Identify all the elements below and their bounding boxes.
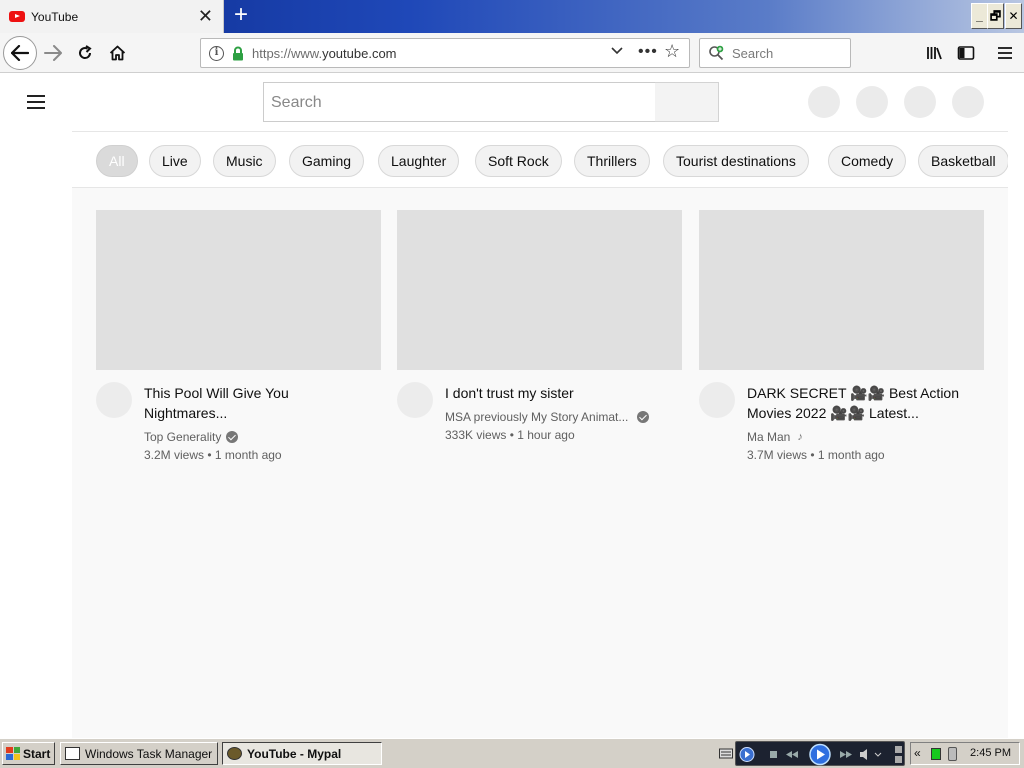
chip-comedy[interactable]: Comedy [828,145,907,177]
channel-name-text: Top Generality [144,430,222,444]
youtube-favicon-icon [9,11,25,22]
browser-search-placeholder: Search [732,46,774,61]
tab-title: YouTube [31,9,79,24]
video-card[interactable]: DARK SECRET 🎥🎥 Best Action Movies 2022 🎥… [699,210,984,462]
chip-basketball[interactable]: Basketball [918,145,1008,177]
reload-icon [79,45,92,59]
video-thumbnail[interactable] [96,210,381,370]
search-engine-icon [709,45,724,61]
windows-logo-icon [6,747,20,760]
verified-badge-icon [226,431,239,443]
browser-search-bar[interactable]: Search [699,38,851,68]
task-label: YouTube - Mypal [247,746,342,761]
video-thumbnail[interactable] [699,210,984,370]
sidebar-toggle-button[interactable] [954,41,978,65]
channel-name[interactable]: Top Generality [144,430,239,444]
youtube-search-placeholder: Search [271,94,322,111]
task-youtube-mypal[interactable]: YouTube - Mypal [222,742,382,765]
minimize-button[interactable]: _ [971,3,988,29]
forward-button[interactable] [38,38,68,68]
video-title[interactable]: DARK SECRET 🎥🎥 Best Action Movies 2022 🎥… [747,383,972,423]
lock-icon[interactable] [232,46,244,61]
channel-avatar[interactable] [699,382,735,418]
channel-avatar[interactable] [397,382,433,418]
chip-gaming[interactable]: Gaming [289,145,365,177]
browser-menu-button[interactable] [993,41,1017,65]
clock[interactable]: 2:45 PM [970,747,1011,759]
new-tab-button[interactable]: + [229,3,253,28]
video-card[interactable]: This Pool Will Give You Nightmares... To… [96,210,381,462]
back-button[interactable] [3,36,37,70]
video-thumbnail[interactable] [397,210,682,370]
video-title[interactable]: This Pool Will Give You Nightmares... [144,383,369,423]
video-meta: 3.2M views • 1 month ago [144,448,282,462]
url-text[interactable]: https://www.youtube.com [252,46,397,61]
youtube-page: Search All Live Music Gaming Laughter So… [0,74,1024,738]
restore-button[interactable]: 🗗 [987,3,1004,29]
header-placeholder-icon[interactable] [856,86,888,118]
channel-name[interactable]: Ma Man ♪ [747,430,803,444]
chip-tourist-destinations[interactable]: Tourist destinations [663,145,809,177]
forward-arrow-icon [44,45,62,61]
library-button[interactable] [923,41,947,65]
channel-name-text: MSA previously My Story Animat... [445,410,629,424]
channel-avatar[interactable] [96,382,132,418]
site-info-icon[interactable]: i [209,46,224,61]
start-button[interactable]: Start [2,742,55,765]
task-manager-icon [65,747,80,760]
video-title[interactable]: I don't trust my sister [445,383,670,403]
channel-name-text: Ma Man [747,430,791,444]
close-window-button[interactable]: ✕ [1005,3,1022,29]
video-feed: This Pool Will Give You Nightmares... To… [72,188,1008,738]
header-placeholder-icon[interactable] [904,86,936,118]
header-placeholder-icon[interactable] [808,86,840,118]
category-chip-bar: All Live Music Gaming Laughter Soft Rock… [72,131,1008,188]
home-button[interactable] [102,38,132,68]
media-player-mini[interactable] [735,741,905,766]
video-card[interactable]: I don't trust my sister MSA previously M… [397,210,682,442]
bookmark-star-icon[interactable]: ☆ [664,41,680,62]
youtube-search-button[interactable] [655,82,719,122]
reload-button[interactable] [70,38,100,68]
mypal-icon [227,747,242,760]
system-tray: « 2:45 PM [910,742,1020,765]
channel-name[interactable]: MSA previously My Story Animat... [445,410,650,424]
chip-soft-rock[interactable]: Soft Rock [475,145,562,177]
url-bar[interactable]: i https://www.youtube.com ••• ☆ [200,38,690,68]
menu-icon [998,47,1012,59]
home-icon [109,45,125,61]
header-placeholder-icon[interactable] [952,86,984,118]
tab-youtube[interactable]: YouTube ✕ [0,0,224,33]
chip-music[interactable]: Music [213,145,276,177]
browser-tab-strip: YouTube ✕ + _ 🗗 ✕ [0,0,1024,33]
chip-all[interactable]: All [96,145,138,177]
battery-icon[interactable] [948,747,957,761]
video-meta: 3.7M views • 1 month ago [747,448,885,462]
chip-live[interactable]: Live [149,145,201,177]
url-dropdown-icon[interactable] [611,43,623,60]
guide-menu-icon[interactable] [27,95,45,109]
verified-badge-icon [637,411,650,423]
browser-navbar: i https://www.youtube.com ••• ☆ Search [0,33,1024,73]
windows-taskbar: Start Windows Task Manager YouTube - Myp… [0,738,1024,768]
url-prefix: https://www. [252,46,323,61]
chip-thrillers[interactable]: Thrillers [574,145,650,177]
task-windows-task-manager[interactable]: Windows Task Manager [60,742,218,765]
tray-expand-button[interactable]: « [914,746,921,760]
start-label: Start [23,746,51,761]
close-tab-icon[interactable]: ✕ [198,7,213,25]
keyboard-icon[interactable] [719,747,733,759]
task-label: Windows Task Manager [85,746,213,761]
media-controls-icon [739,743,902,766]
chip-laughter[interactable]: Laughter [378,145,460,177]
page-actions-menu[interactable]: ••• [638,43,658,61]
sidebar-icon [957,46,975,60]
library-icon [927,47,942,60]
youtube-search-input[interactable]: Search [263,82,656,122]
music-note-icon: ♪ [797,431,803,443]
back-arrow-icon [11,45,29,61]
video-meta: 333K views • 1 hour ago [445,428,575,442]
network-icon[interactable] [931,748,941,760]
url-domain: youtube.com [322,46,397,61]
